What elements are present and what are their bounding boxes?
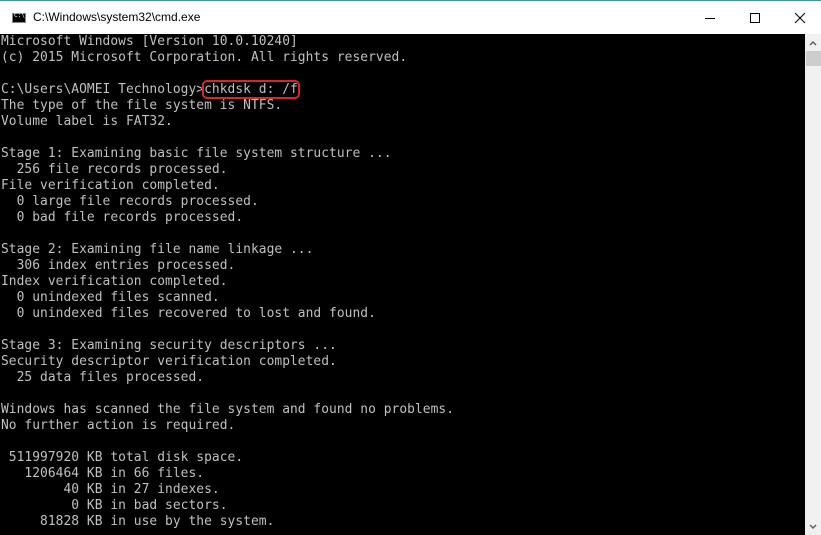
console-line: 40 KB in 27 indexes. bbox=[1, 482, 220, 497]
console-line: (c) 2015 Microsoft Corporation. All righ… bbox=[1, 50, 408, 65]
maximize-icon bbox=[749, 13, 760, 23]
console-line: Windows has scanned the file system and … bbox=[1, 402, 455, 417]
window-title: C:\Windows\system32\cmd.exe bbox=[33, 10, 201, 24]
console-line: Stage 1: Examining basic file system str… bbox=[1, 146, 392, 161]
maximize-button[interactable] bbox=[732, 3, 777, 33]
console-text: Microsoft Windows [Version 10.0.10240] (… bbox=[0, 34, 805, 530]
console-line: 0 large file records processed. bbox=[1, 194, 259, 209]
close-button[interactable] bbox=[777, 3, 821, 33]
highlighted-command: chkdsk d: /f bbox=[202, 80, 300, 99]
console-line: 256 file records processed. bbox=[1, 162, 228, 177]
console-line: Microsoft Windows [Version 10.0.10240] bbox=[1, 34, 298, 49]
prompt: C:\Users\AOMEI Technology> bbox=[1, 82, 205, 97]
console-line: File verification completed. bbox=[1, 178, 220, 193]
console-line: 0 KB in bad sectors. bbox=[1, 498, 228, 513]
cmd-icon bbox=[12, 12, 26, 23]
console-line: 511997920 KB total disk space. bbox=[1, 450, 244, 465]
console-line: 81828 KB in use by the system. bbox=[1, 514, 275, 529]
console-line: Stage 2: Examining file name linkage ... bbox=[1, 242, 314, 257]
console-line: The type of the file system is NTFS. bbox=[1, 98, 283, 113]
cmd-window: C:\Windows\system32\cmd.exe Microsoft Wi… bbox=[0, 0, 821, 535]
chevron-down-icon bbox=[809, 523, 817, 529]
scroll-thumb[interactable] bbox=[806, 51, 821, 66]
console-line: No further action is required. bbox=[1, 418, 236, 433]
vertical-scrollbar[interactable] bbox=[805, 34, 821, 535]
minimize-button[interactable] bbox=[687, 3, 732, 33]
console-line: 0 unindexed files scanned. bbox=[1, 290, 220, 305]
console-line: 25 data files processed. bbox=[1, 370, 205, 385]
console-line: Volume label is FAT32. bbox=[1, 114, 173, 129]
close-icon bbox=[794, 12, 805, 24]
scroll-up-button[interactable] bbox=[805, 34, 821, 51]
console-line: 306 index entries processed. bbox=[1, 258, 236, 273]
minimize-icon bbox=[704, 18, 715, 19]
title-bar[interactable]: C:\Windows\system32\cmd.exe bbox=[0, 2, 821, 34]
console-line: 0 unindexed files recovered to lost and … bbox=[1, 306, 376, 321]
chevron-up-icon bbox=[809, 40, 817, 46]
console-line: Stage 3: Examining security descriptors … bbox=[1, 338, 337, 353]
console-line: Security descriptor verification complet… bbox=[1, 354, 337, 369]
console-line: Index verification completed. bbox=[1, 274, 228, 289]
console-line: 0 bad file records processed. bbox=[1, 210, 244, 225]
console-line: 1206464 KB in 66 files. bbox=[1, 466, 205, 481]
console-output[interactable]: Microsoft Windows [Version 10.0.10240] (… bbox=[0, 34, 805, 535]
scroll-down-button[interactable] bbox=[805, 518, 821, 535]
